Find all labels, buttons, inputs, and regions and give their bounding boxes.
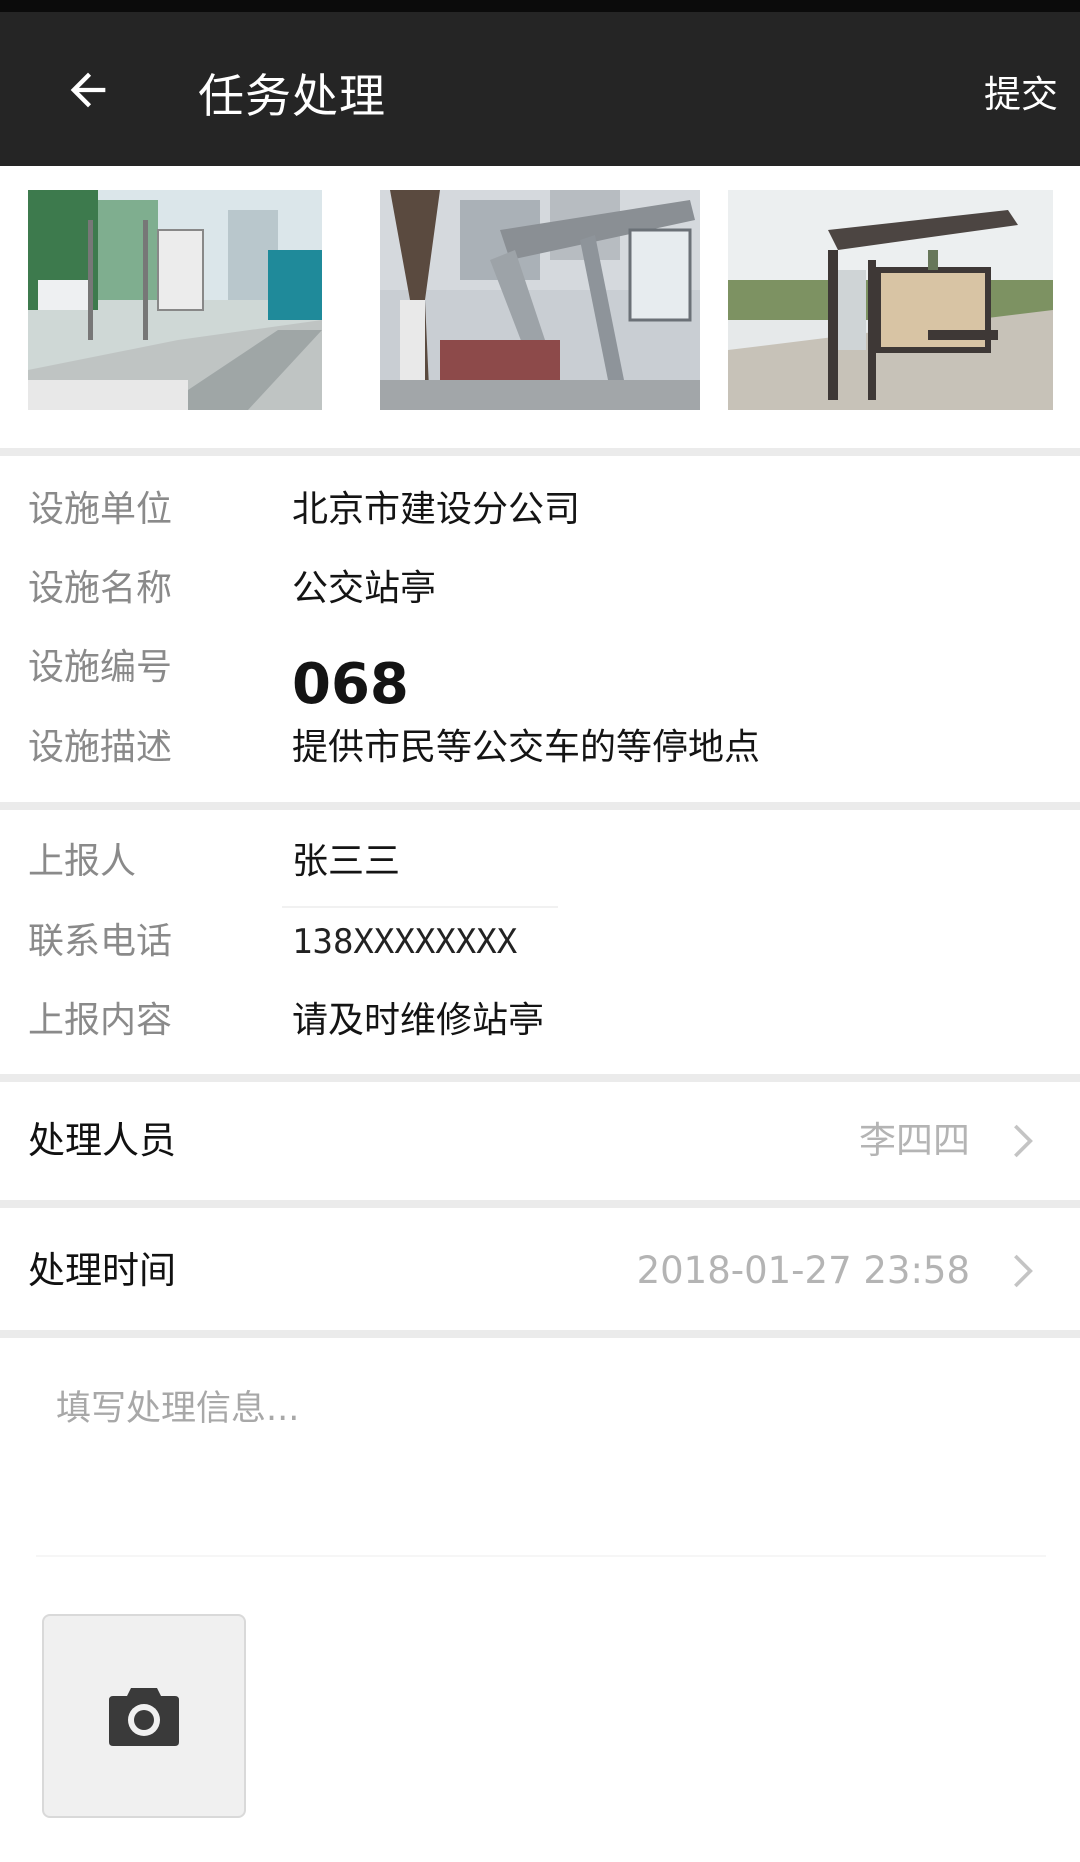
section-divider	[0, 1330, 1080, 1338]
section-divider	[0, 802, 1080, 810]
facility-code-value: 068	[292, 652, 409, 717]
reporter-value: 张三三	[292, 841, 401, 882]
facility-code-row: 设施编号 068	[0, 638, 1080, 718]
bus-stop-photo-3[interactable]	[728, 190, 1053, 410]
handler-row[interactable]: 处理人员 李四四	[0, 1082, 1080, 1200]
facility-desc-row: 设施描述 提供市民等公交车的等停地点	[0, 718, 1080, 778]
section-divider	[0, 1200, 1080, 1208]
facility-desc-value: 提供市民等公交车的等停地点	[292, 727, 761, 768]
handle-time-row[interactable]: 处理时间 2018-01-27 23:58	[0, 1212, 1080, 1330]
facility-code-label: 设施编号	[28, 647, 173, 688]
handle-note-input[interactable]	[56, 1380, 1036, 1530]
reporter-underline	[282, 906, 558, 908]
handler-value: 李四四	[859, 1119, 970, 1162]
chevron-right-icon	[1014, 1124, 1033, 1158]
handle-time-label: 处理时间	[28, 1249, 176, 1292]
phone-row: 联系电话 138XXXXXXXX	[0, 912, 1080, 972]
note-underline	[36, 1555, 1046, 1557]
report-content-row: 上报内容 请及时维修站亭	[0, 991, 1080, 1051]
phone-value: 138XXXXXXXX	[292, 922, 518, 962]
chevron-right-icon	[1014, 1254, 1033, 1288]
section-divider	[0, 1074, 1080, 1082]
arrow-left-icon	[70, 72, 106, 108]
reporter-label: 上报人	[28, 841, 137, 882]
handle-note-area	[0, 1338, 1080, 1558]
facility-name-value: 公交站亭	[292, 568, 437, 609]
submit-button[interactable]: 提交	[984, 64, 1058, 118]
page-title: 任务处理	[198, 69, 386, 123]
handler-label: 处理人员	[28, 1119, 176, 1162]
photo-strip	[0, 166, 1080, 448]
camera-icon	[109, 1688, 179, 1746]
report-content-value: 请及时维修站亭	[292, 1000, 545, 1041]
facility-unit-value: 北京市建设分公司	[292, 489, 581, 530]
phone-label: 联系电话	[28, 921, 173, 962]
bus-stop-photo-1[interactable]	[28, 190, 322, 410]
facility-name-label: 设施名称	[28, 568, 173, 609]
report-content-label: 上报内容	[28, 1000, 173, 1041]
status-bar	[0, 0, 1080, 12]
facility-unit-label: 设施单位	[28, 489, 173, 530]
section-divider	[0, 448, 1080, 456]
facility-desc-label: 设施描述	[28, 727, 173, 768]
bus-stop-photo-2[interactable]	[380, 190, 700, 410]
facility-name-row: 设施名称 公交站亭	[0, 559, 1080, 619]
reporter-row: 上报人 张三三	[0, 832, 1080, 892]
app-bar: 任务处理 提交	[0, 12, 1080, 166]
handle-time-value: 2018-01-27 23:58	[636, 1249, 970, 1292]
facility-unit-row: 设施单位 北京市建设分公司	[0, 480, 1080, 540]
add-photo-button[interactable]	[42, 1614, 246, 1818]
back-button[interactable]	[50, 52, 126, 128]
